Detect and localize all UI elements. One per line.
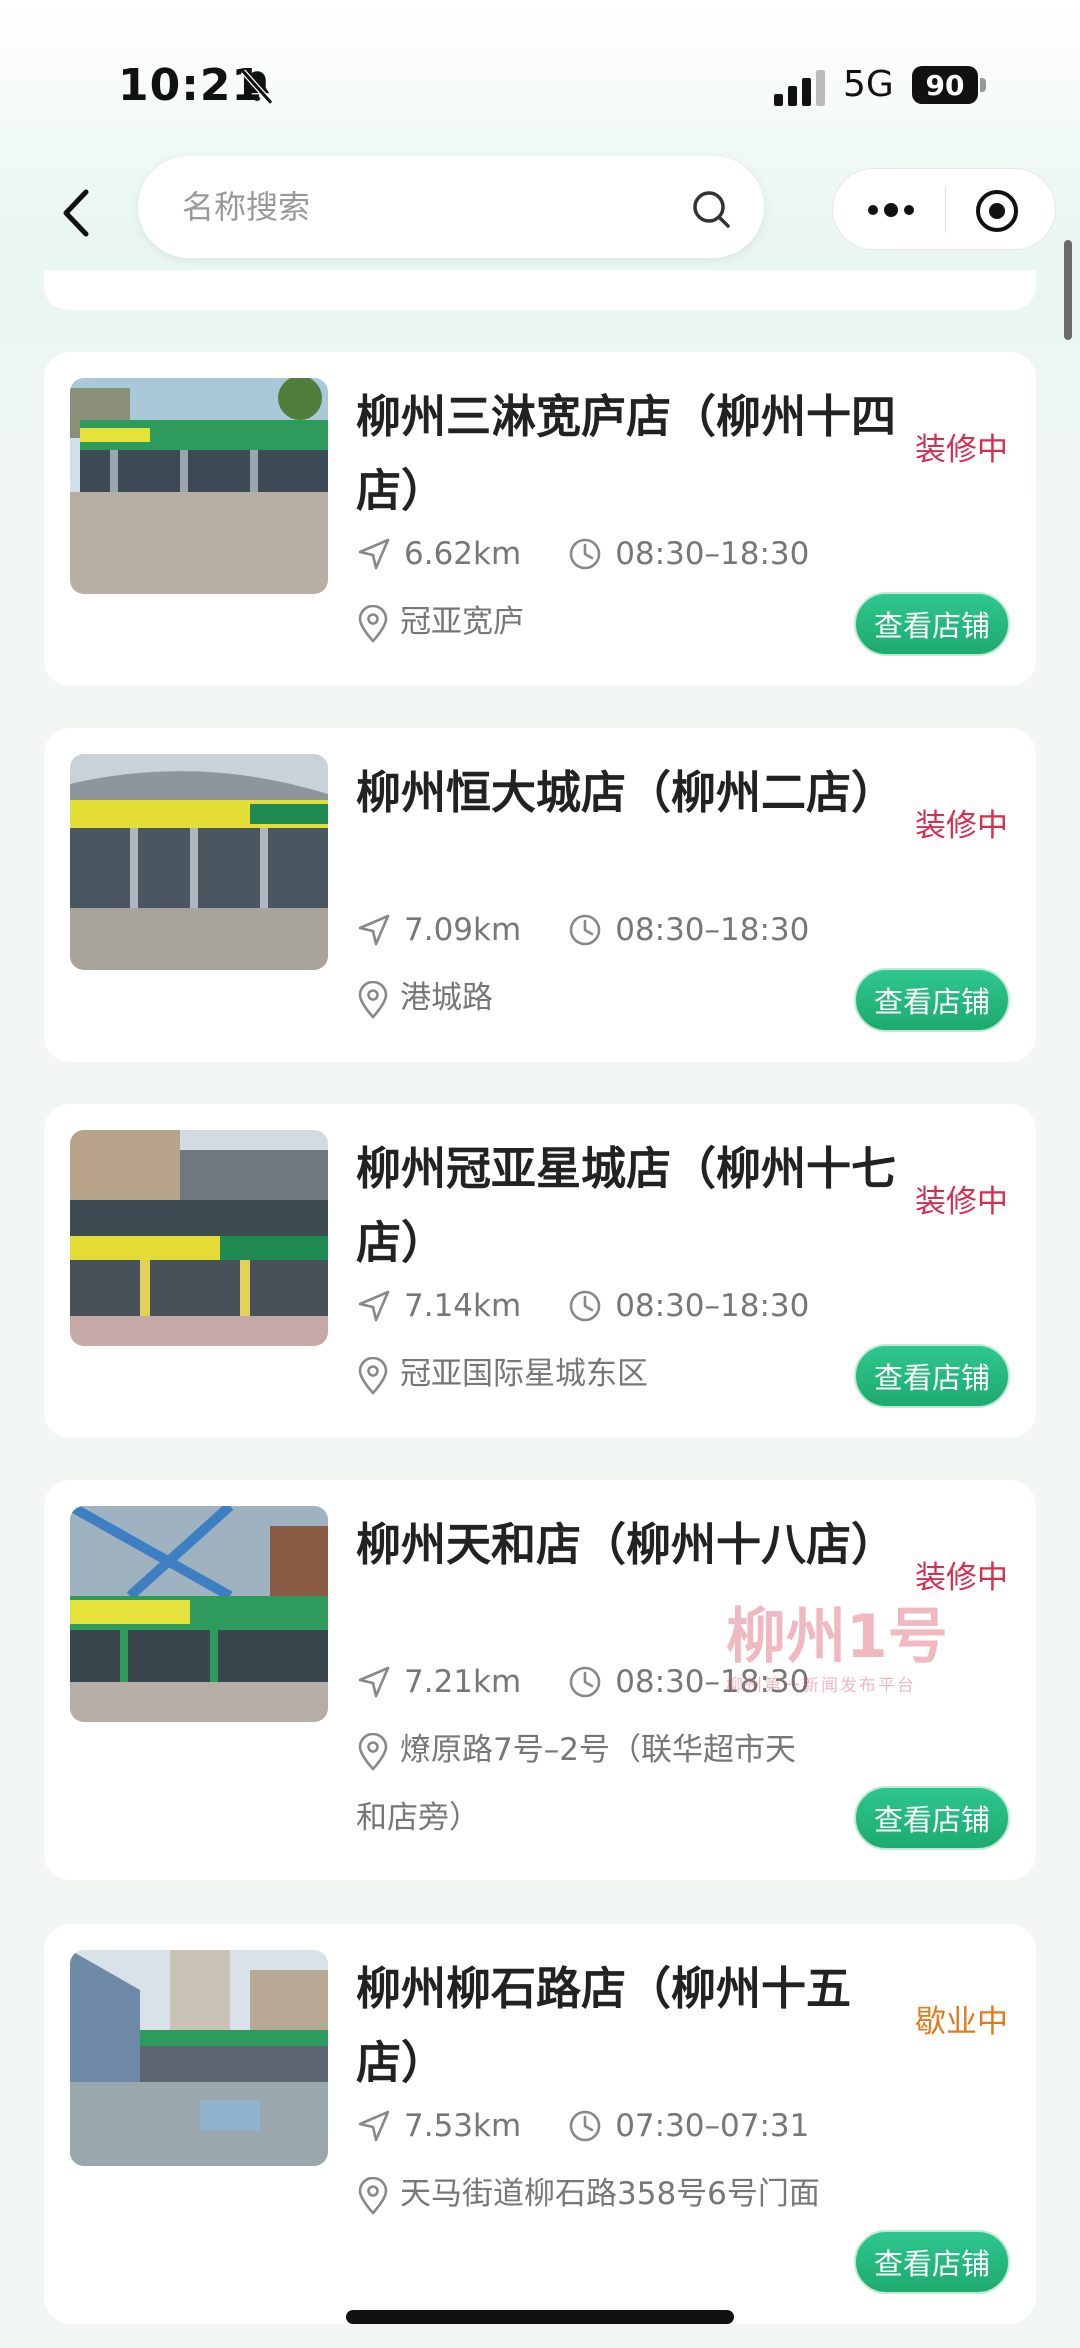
store-card[interactable]: 柳州冠亚星城店（柳州十七店） 装修中 7.14km 08:30–18:30 冠亚… (44, 1104, 1036, 1438)
store-address: 冠亚宽庐 (400, 604, 524, 640)
store-name: 柳州天和店（柳州十八店） (356, 1518, 897, 1571)
navigation-arrow-icon (358, 914, 390, 946)
bell-muted-icon (240, 69, 274, 105)
search-icon[interactable] (690, 188, 732, 230)
store-name: 柳州三淋宽庐店（柳州十四店） (356, 390, 897, 517)
home-indicator[interactable] (346, 2310, 734, 2324)
navigation-arrow-icon (358, 538, 390, 570)
store-photo (70, 754, 328, 970)
store-meta-row: 7.53km 07:30–07:31 (356, 2108, 809, 2144)
store-hours: 07:30–07:31 (615, 2108, 810, 2144)
store-meta-row: 6.62km 08:30–18:30 (356, 536, 809, 572)
store-address: 冠亚国际星城东区 (400, 1356, 648, 1392)
store-distance: 7.21km (404, 1664, 522, 1700)
location-pin-icon (358, 2176, 388, 2215)
store-status-badge: 装修中 (915, 432, 1008, 468)
store-address-row: 天马街道柳石路358号6号门面 (356, 2160, 826, 2228)
view-store-button[interactable]: 查看店铺 (854, 968, 1010, 1032)
store-meta-row: 7.09km 08:30–18:30 (356, 912, 809, 948)
location-pin-icon (358, 1732, 388, 1771)
store-distance: 6.62km (404, 536, 522, 572)
store-address-row: 冠亚宽庐 (356, 588, 856, 656)
network-type: 5G (843, 64, 894, 105)
store-address: 燎原路7号–2号（联华超市天和店旁） (356, 1732, 796, 1836)
store-card[interactable]: 柳州柳石路店（柳州十五店） 歇业中 7.53km 07:30–07:31 天马街… (44, 1924, 1036, 2324)
clock-icon (569, 1666, 601, 1698)
navigation-arrow-icon (358, 1666, 390, 1698)
clock-icon (569, 538, 601, 570)
cellular-signal-icon (774, 70, 825, 106)
store-hours: 08:30–18:30 (615, 1288, 810, 1324)
status-bar: 10:21 5G 90 (0, 0, 1080, 150)
view-store-button[interactable]: 查看店铺 (854, 1786, 1010, 1850)
store-status-badge: 装修中 (915, 808, 1008, 844)
navigation-arrow-icon (358, 2110, 390, 2142)
location-pin-icon (358, 604, 388, 643)
store-address: 天马街道柳石路358号6号门面 (400, 2176, 820, 2212)
store-photo (70, 1506, 328, 1722)
store-hours: 08:30–18:30 (615, 536, 810, 572)
scrollbar[interactable] (1064, 240, 1072, 340)
search-input[interactable] (182, 156, 642, 258)
store-hours: 08:30–18:30 (615, 912, 810, 948)
store-name: 柳州冠亚星城店（柳州十七店） (356, 1142, 897, 1269)
location-pin-icon (358, 1356, 388, 1395)
close-target-icon[interactable] (973, 187, 1021, 235)
store-distance: 7.53km (404, 2108, 522, 2144)
store-address-row: 燎原路7号–2号（联华超市天和店旁） (356, 1716, 826, 1852)
store-address-row: 港城路 (356, 964, 856, 1032)
store-name: 柳州恒大城店（柳州二店） (356, 766, 897, 819)
store-photo (70, 1130, 328, 1346)
navigation-arrow-icon (358, 1290, 390, 1322)
miniprogram-capsule (832, 168, 1056, 250)
previous-card-tail (44, 270, 1036, 310)
store-distance: 7.14km (404, 1288, 522, 1324)
view-store-button[interactable]: 查看店铺 (854, 1344, 1010, 1408)
location-pin-icon (358, 980, 388, 1019)
store-address: 港城路 (400, 980, 493, 1016)
battery-tip (980, 78, 986, 92)
watermark: 柳州1号 柳州第一新闻发布平台 (726, 1588, 956, 1718)
store-distance: 7.09km (404, 912, 522, 948)
battery-indicator: 90 (912, 66, 978, 104)
store-photo (70, 1950, 328, 2166)
store-photo (70, 378, 328, 594)
watermark-main: 柳州1号 (726, 1602, 948, 1672)
view-store-button[interactable]: 查看店铺 (854, 592, 1010, 656)
store-name: 柳州柳石路店（柳州十五店） (356, 1962, 852, 2089)
back-arrow-icon[interactable] (56, 186, 96, 240)
store-card[interactable]: 柳州三淋宽庐店（柳州十四店） 装修中 6.62km 08:30–18:30 冠亚… (44, 352, 1036, 686)
search-bar[interactable] (138, 156, 764, 258)
store-status-badge: 装修中 (915, 1184, 1008, 1220)
clock-icon (569, 2110, 601, 2142)
more-dots-icon[interactable] (863, 193, 919, 227)
clock-icon (569, 914, 601, 946)
view-store-button[interactable]: 查看店铺 (854, 2230, 1010, 2294)
capsule-divider (945, 187, 946, 233)
store-meta-row: 7.14km 08:30–18:30 (356, 1288, 809, 1324)
store-card[interactable]: 柳州恒大城店（柳州二店） 装修中 7.09km 08:30–18:30 港城路 … (44, 728, 1036, 1062)
store-address-row: 冠亚国际星城东区 (356, 1340, 856, 1408)
clock-icon (569, 1290, 601, 1322)
store-status-badge: 歇业中 (915, 2004, 1008, 2040)
